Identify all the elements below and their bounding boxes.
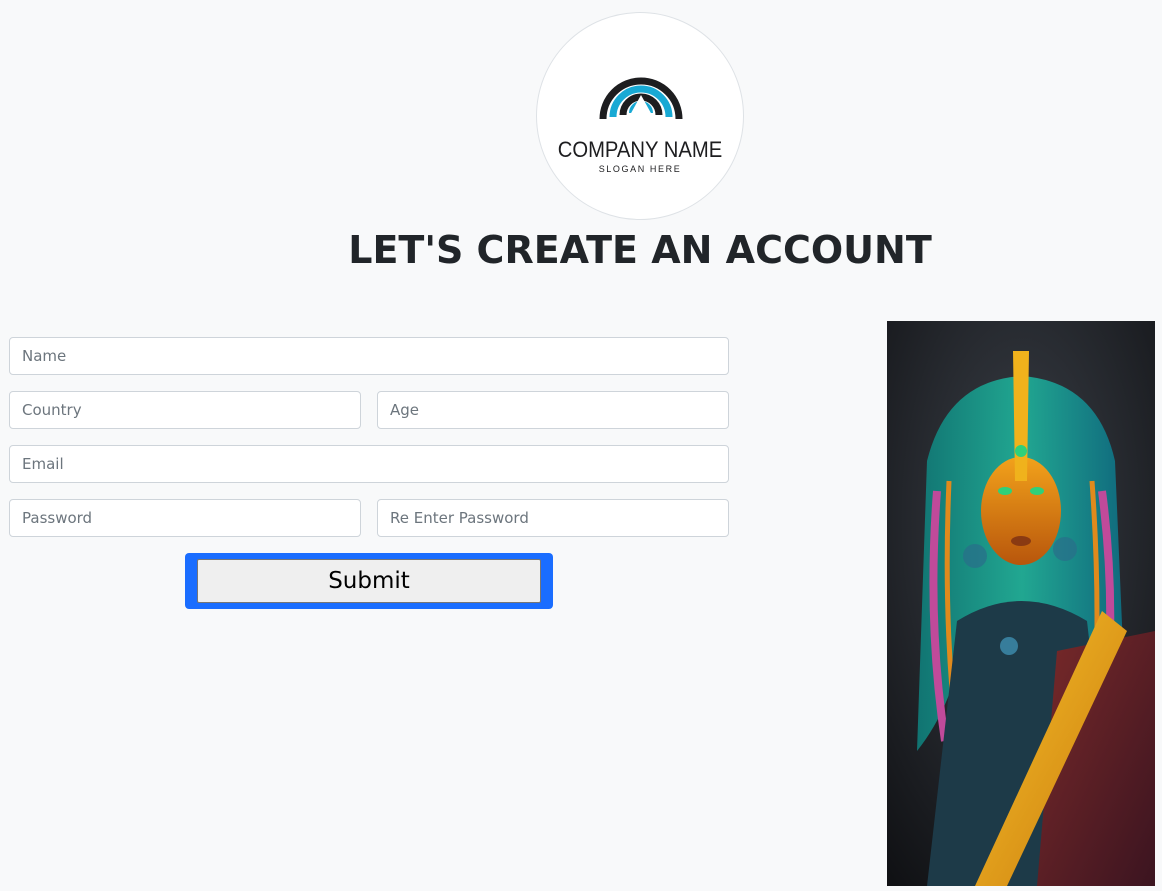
page-title: LET'S CREATE AN ACCOUNT <box>348 228 932 272</box>
name-input[interactable] <box>9 337 729 375</box>
submit-focus-ring: Submit <box>185 553 553 609</box>
signup-page: COMPANY NAME SLOGAN HERE LET'S CREATE AN… <box>0 0 1162 891</box>
country-input[interactable] <box>9 391 361 429</box>
company-logo: COMPANY NAME SLOGAN HERE <box>536 12 744 220</box>
signal-arc-icon <box>599 77 683 135</box>
password-input[interactable] <box>9 499 361 537</box>
re-enter-password-input[interactable] <box>377 499 729 537</box>
email-input[interactable] <box>9 445 729 483</box>
age-input[interactable] <box>377 391 729 429</box>
artwork-image <box>887 321 1155 886</box>
company-slogan: SLOGAN HERE <box>598 164 682 174</box>
cyber-woman-illustration <box>887 321 1155 886</box>
company-name: COMPANY NAME <box>557 137 723 162</box>
submit-button[interactable]: Submit <box>197 559 541 603</box>
